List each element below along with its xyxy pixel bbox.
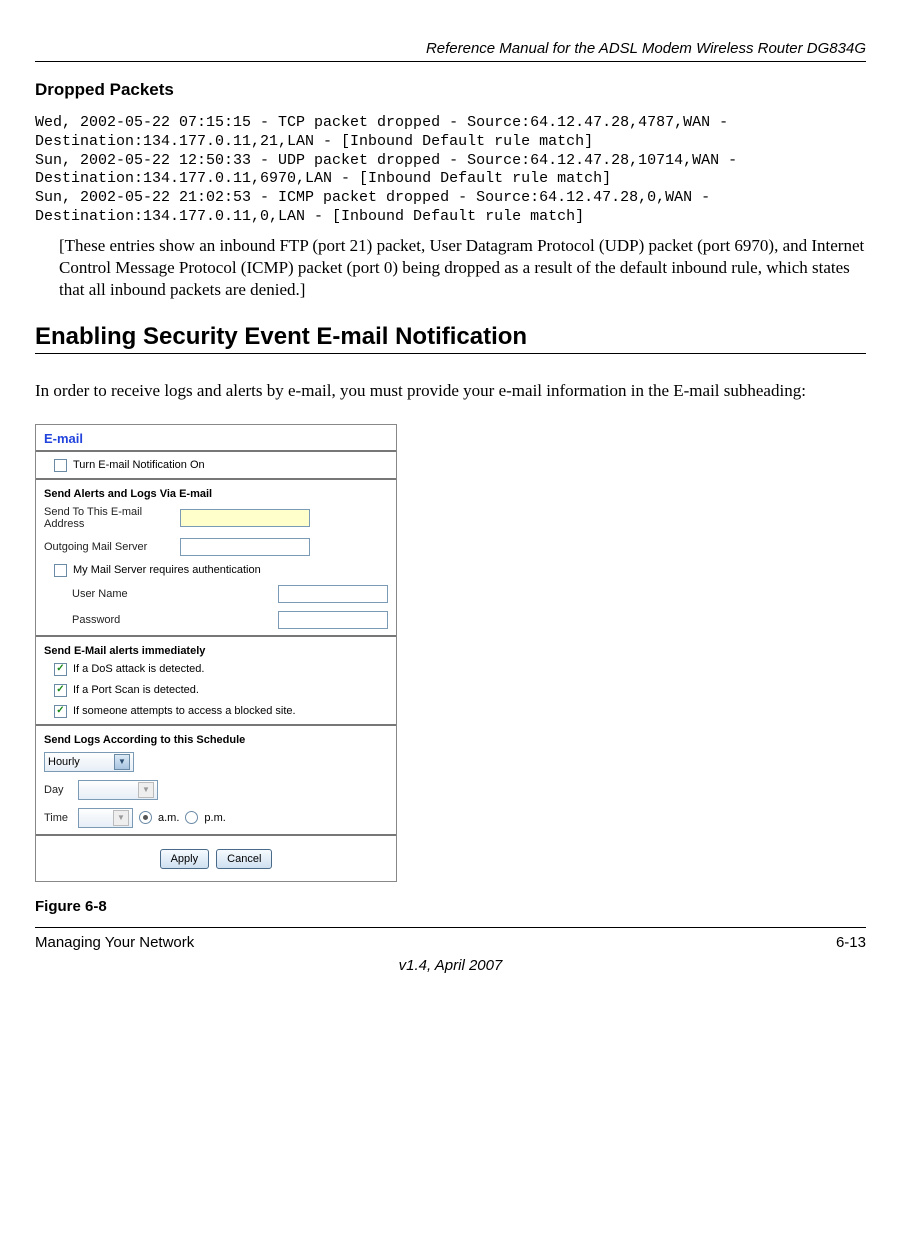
server-row: Outgoing Mail Server <box>36 534 396 560</box>
day-row: Day ▼ <box>36 776 396 804</box>
header-rule <box>35 61 866 62</box>
dropped-packets-heading: Dropped Packets <box>35 80 866 100</box>
turn-on-row: Turn E-mail Notification On <box>36 455 396 476</box>
section-heading-email: Enabling Security Event E-mail Notificat… <box>35 323 866 351</box>
alert-dos-label: If a DoS attack is detected. <box>73 663 204 675</box>
figure-caption: Figure 6-8 <box>35 898 866 915</box>
password-row: Password <box>36 607 396 633</box>
divider <box>36 724 396 727</box>
username-label: User Name <box>72 588 142 600</box>
server-input[interactable] <box>180 538 310 556</box>
alert-dos-checkbox[interactable]: ✓ <box>54 663 67 676</box>
cancel-button[interactable]: Cancel <box>216 849 272 869</box>
am-label: a.m. <box>158 812 179 824</box>
pm-radio[interactable] <box>185 811 198 824</box>
section-schedule-label: Send Logs According to this Schedule <box>36 729 396 748</box>
auth-row: My Mail Server requires authentication <box>36 560 396 581</box>
divider <box>36 635 396 638</box>
page-footer: Managing Your Network 6-13 v1.4, April 2… <box>35 927 866 974</box>
section-rule <box>35 353 866 354</box>
alert-portscan-row: ✓ If a Port Scan is detected. <box>36 680 396 701</box>
auth-checkbox[interactable] <box>54 564 67 577</box>
apply-button[interactable]: Apply <box>160 849 210 869</box>
footer-rule <box>35 927 866 928</box>
alert-portscan-checkbox[interactable]: ✓ <box>54 684 67 697</box>
pm-label: p.m. <box>204 812 225 824</box>
server-label: Outgoing Mail Server <box>44 541 174 553</box>
username-row: User Name <box>36 581 396 607</box>
alert-blocked-checkbox[interactable]: ✓ <box>54 705 67 718</box>
turn-on-checkbox[interactable] <box>54 459 67 472</box>
time-label: Time <box>44 812 72 824</box>
time-row: Time ▼ a.m. p.m. <box>36 804 396 832</box>
schedule-row: Hourly ▼ <box>36 748 396 776</box>
section-alerts-label: Send E-Mail alerts immediately <box>36 640 396 659</box>
footer-version: v1.4, April 2007 <box>35 957 866 974</box>
divider <box>36 450 396 453</box>
password-input[interactable] <box>278 611 388 629</box>
am-radio[interactable] <box>139 811 152 824</box>
schedule-value: Hourly <box>48 756 80 768</box>
footer-left: Managing Your Network <box>35 934 194 951</box>
password-label: Password <box>72 614 142 626</box>
footer-page-number: 6-13 <box>836 934 866 951</box>
chevron-down-icon: ▼ <box>138 782 154 798</box>
log-explanation: [These entries show an inbound FTP (port… <box>59 235 866 301</box>
running-header: Reference Manual for the ADSL Modem Wire… <box>35 40 866 57</box>
alert-dos-row: ✓ If a DoS attack is detected. <box>36 659 396 680</box>
day-select[interactable]: ▼ <box>78 780 158 800</box>
email-address-label: Send To This E-mail Address <box>44 506 174 530</box>
day-label: Day <box>44 784 72 796</box>
schedule-select[interactable]: Hourly ▼ <box>44 752 134 772</box>
email-settings-panel: E-mail Turn E-mail Notification On Send … <box>35 424 397 882</box>
log-entries: Wed, 2002-05-22 07:15:15 - TCP packet dr… <box>35 114 866 227</box>
button-row: Apply Cancel <box>36 839 396 881</box>
time-select[interactable]: ▼ <box>78 808 133 828</box>
divider <box>36 478 396 481</box>
email-address-input[interactable] <box>180 509 310 527</box>
chevron-down-icon: ▼ <box>113 810 129 826</box>
alert-portscan-label: If a Port Scan is detected. <box>73 684 199 696</box>
username-input[interactable] <box>278 585 388 603</box>
auth-label: My Mail Server requires authentication <box>73 564 261 576</box>
alert-blocked-row: ✓ If someone attempts to access a blocke… <box>36 701 396 722</box>
divider <box>36 834 396 837</box>
email-address-row: Send To This E-mail Address <box>36 502 396 534</box>
panel-title: E-mail <box>36 425 396 448</box>
turn-on-label: Turn E-mail Notification On <box>73 459 205 471</box>
alert-blocked-label: If someone attempts to access a blocked … <box>73 705 296 717</box>
intro-paragraph: In order to receive logs and alerts by e… <box>35 380 866 402</box>
section-send-label: Send Alerts and Logs Via E-mail <box>36 483 396 502</box>
chevron-down-icon: ▼ <box>114 754 130 770</box>
